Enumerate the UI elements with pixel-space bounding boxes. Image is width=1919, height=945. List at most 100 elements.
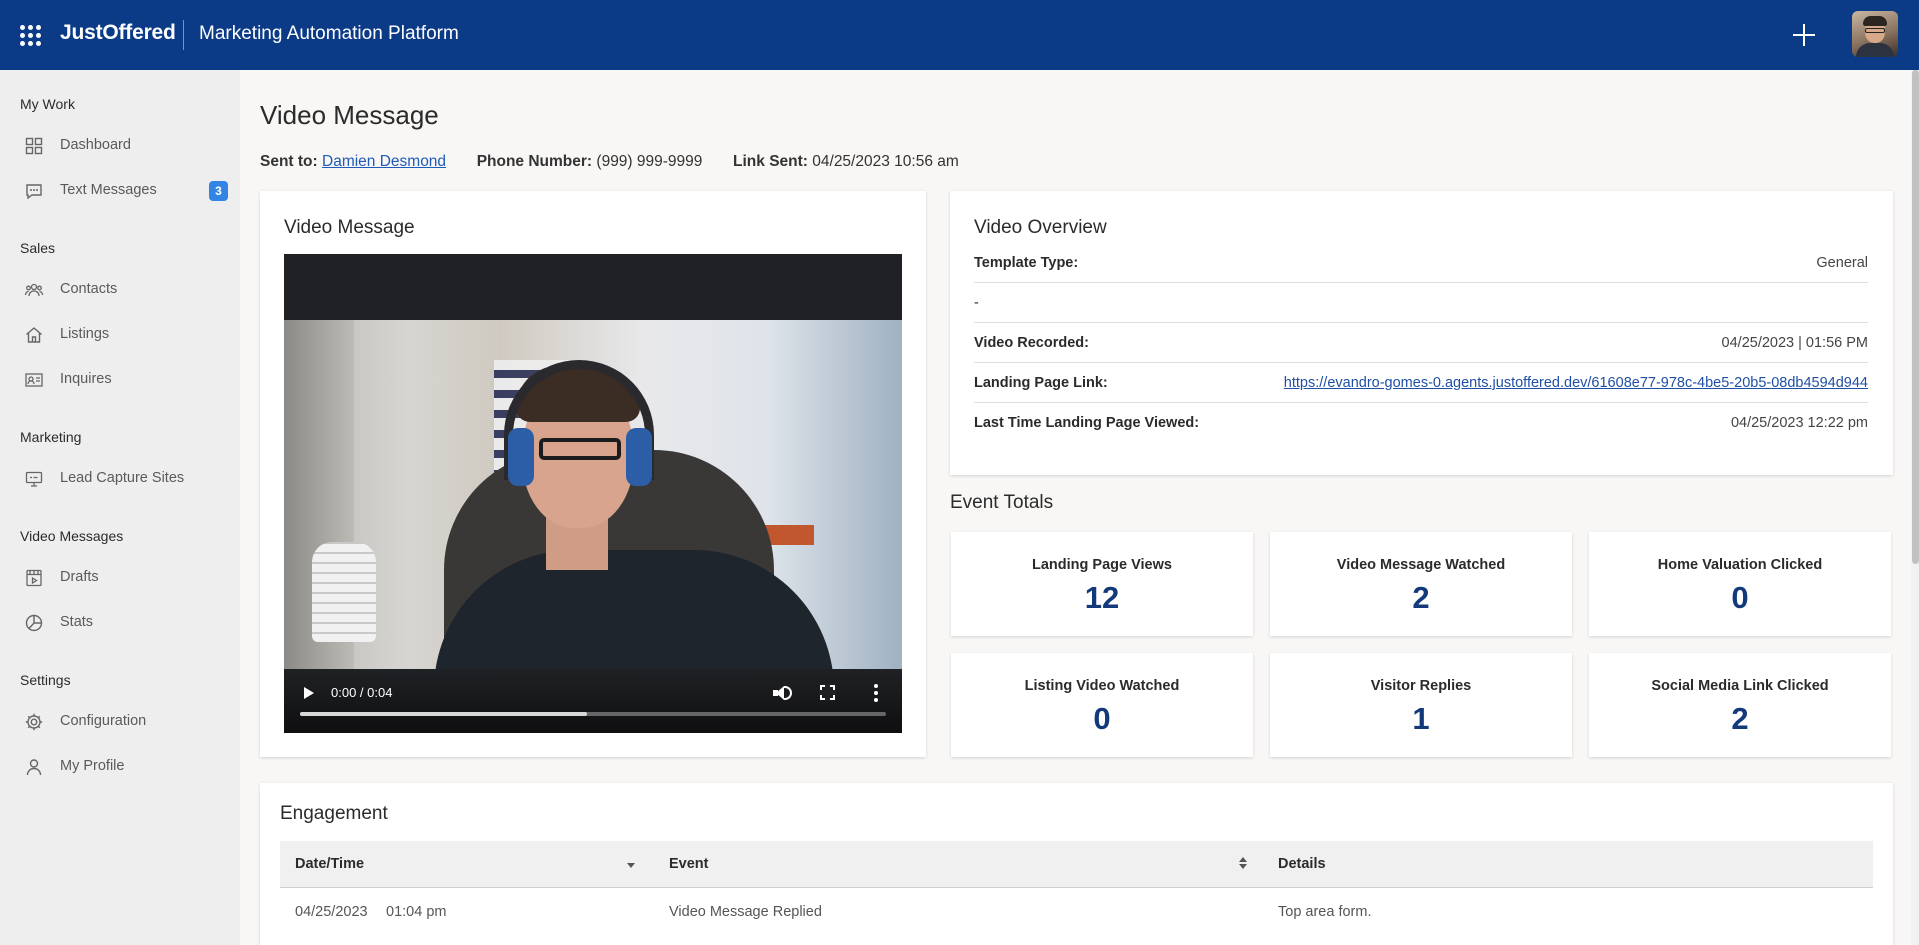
volume-wave-icon[interactable] xyxy=(784,686,792,700)
add-icon[interactable] xyxy=(1787,19,1819,51)
overview-row-last-viewed: Last Time Landing Page Viewed: 04/25/202… xyxy=(974,403,1868,443)
overview-label: Template Type: xyxy=(974,255,1079,271)
overview-row-empty: - xyxy=(974,283,1868,323)
play-icon[interactable] xyxy=(302,685,316,701)
sidebar: My Work Dashboard Text Messages 3 Sales … xyxy=(0,70,240,945)
landing-page-link[interactable]: https://evandro-gomes-0.agents.justoffer… xyxy=(1284,375,1868,391)
sidebar-section-video-messages: Video Messages xyxy=(20,528,124,544)
overview-value: General xyxy=(1816,255,1868,271)
table-row: 04/25/2023 01:04 pm Video Message Replie… xyxy=(280,888,1873,936)
stat-value: 2 xyxy=(1412,580,1430,615)
sidebar-item-label: Contacts xyxy=(60,281,118,297)
top-bar: JustOffered Marketing Automation Platfor… xyxy=(0,0,1919,70)
stat-label: Home Valuation Clicked xyxy=(1657,557,1823,573)
more-options-icon[interactable] xyxy=(874,684,878,702)
pie-chart-icon xyxy=(25,614,43,632)
stat-label: Video Message Watched xyxy=(1336,557,1506,573)
overview-label: Last Time Landing Page Viewed: xyxy=(974,415,1200,431)
sidebar-item-label: Dashboard xyxy=(60,137,131,153)
table-header: Date/Time Event Details xyxy=(280,841,1873,888)
sidebar-item-dashboard[interactable]: Dashboard xyxy=(0,127,240,163)
overview-row-landing-page-link: Landing Page Link: https://evandro-gomes… xyxy=(974,363,1868,403)
stat-home-valuation-clicked: Home Valuation Clicked 0 xyxy=(1589,532,1891,636)
sidebar-item-label: My Profile xyxy=(60,758,125,774)
dashboard-icon xyxy=(25,137,43,155)
row-details: Top area form. xyxy=(1278,904,1372,920)
chat-icon xyxy=(26,184,42,200)
stat-social-media-link-clicked: Social Media Link Clicked 2 xyxy=(1589,653,1891,757)
engagement-card: Engagement Date/Time Event Details 04/25… xyxy=(260,783,1893,945)
fullscreen-icon[interactable] xyxy=(819,684,836,701)
stat-value: 1 xyxy=(1412,701,1430,736)
sidebar-item-label: Drafts xyxy=(60,569,99,585)
stat-video-message-watched: Video Message Watched 2 xyxy=(1270,532,1572,636)
sidebar-item-lead-capture-sites[interactable]: Lead Capture Sites xyxy=(0,460,240,496)
sidebar-item-label: Inquires xyxy=(60,371,112,387)
sidebar-item-stats[interactable]: Stats xyxy=(0,604,240,640)
overview-row-video-recorded: Video Recorded: 04/25/2023 | 01:56 PM xyxy=(974,323,1868,363)
sidebar-item-label: Text Messages xyxy=(60,182,157,198)
stat-listing-video-watched: Listing Video Watched 0 xyxy=(951,653,1253,757)
sidebar-section-sales: Sales xyxy=(20,240,56,256)
sidebar-section-my-work: My Work xyxy=(20,96,75,112)
sort-desc-icon[interactable] xyxy=(627,863,635,868)
recipient-link[interactable]: Damien Desmond xyxy=(322,153,446,170)
id-card-icon xyxy=(25,373,43,387)
sidebar-item-drafts[interactable]: Drafts xyxy=(0,559,240,595)
row-date: 04/25/2023 xyxy=(295,904,368,920)
stat-value: 12 xyxy=(1084,580,1120,615)
page-scrollbar-thumb[interactable] xyxy=(1912,70,1919,564)
sidebar-item-configuration[interactable]: Configuration xyxy=(0,703,240,739)
video-progress-bar[interactable] xyxy=(300,712,886,716)
sidebar-item-label: Listings xyxy=(60,326,110,342)
stat-value: 2 xyxy=(1731,701,1749,736)
sidebar-section-marketing: Marketing xyxy=(20,429,82,445)
video-card-title: Video Message xyxy=(284,217,415,238)
video-controls: 0:00 / 0:04 xyxy=(284,669,902,733)
column-header-event[interactable]: Event xyxy=(669,856,709,872)
avatar[interactable] xyxy=(1852,11,1898,57)
phone-label: Phone Number: xyxy=(476,153,593,170)
brand-logo[interactable]: JustOffered xyxy=(60,21,176,45)
engagement-title: Engagement xyxy=(280,803,388,824)
sidebar-item-label: Lead Capture Sites xyxy=(60,470,185,486)
video-frame[interactable] xyxy=(284,320,902,669)
overview-label: Video Recorded: xyxy=(974,335,1089,351)
user-icon xyxy=(26,759,42,776)
stat-label: Listing Video Watched xyxy=(1024,678,1180,694)
video-player[interactable]: 0:00 / 0:04 xyxy=(284,254,902,733)
stat-label: Landing Page Views xyxy=(1032,557,1172,573)
home-icon xyxy=(26,327,42,343)
stat-visitor-replies: Visitor Replies 1 xyxy=(1270,653,1572,757)
apps-grid-icon[interactable] xyxy=(20,25,41,46)
page-title: Video Message xyxy=(260,100,439,130)
sent-to-label: Sent to: xyxy=(260,153,318,170)
overview-value: 04/25/2023 | 01:56 PM xyxy=(1721,335,1868,351)
row-event: Video Message Replied xyxy=(669,904,822,920)
column-header-date-time[interactable]: Date/Time xyxy=(295,856,364,872)
platform-title: Marketing Automation Platform xyxy=(199,23,459,44)
video-message-card: Video Message 0:00 / 0:04 xyxy=(260,191,926,757)
stat-label: Visitor Replies xyxy=(1370,678,1472,694)
link-sent-value: 04/25/2023 10:56 am xyxy=(812,153,959,170)
overview-row-template-type: Template Type: General xyxy=(974,243,1868,283)
sidebar-item-text-messages[interactable]: Text Messages 3 xyxy=(0,172,240,208)
overview-value: 04/25/2023 12:22 pm xyxy=(1730,415,1868,431)
overview-title: Video Overview xyxy=(974,217,1107,238)
stat-landing-page-views: Landing Page Views 12 xyxy=(951,532,1253,636)
monitor-icon xyxy=(25,471,43,487)
sidebar-item-my-profile[interactable]: My Profile xyxy=(0,748,240,784)
video-overview-card: Video Overview Template Type: General - … xyxy=(950,191,1893,475)
video-time: 0:00 / 0:04 xyxy=(331,685,393,700)
unread-count-badge: 3 xyxy=(209,181,228,201)
phone-value: (999) 999-9999 xyxy=(596,153,703,170)
sort-icon[interactable] xyxy=(1239,855,1247,871)
sidebar-item-contacts[interactable]: Contacts xyxy=(0,271,240,307)
row-time: 01:04 pm xyxy=(386,904,447,920)
sidebar-section-settings: Settings xyxy=(20,672,71,688)
overview-label: Landing Page Link: xyxy=(974,375,1108,391)
sidebar-item-label: Configuration xyxy=(60,713,147,729)
sidebar-item-listings[interactable]: Listings xyxy=(0,316,240,352)
sidebar-item-inquires[interactable]: Inquires xyxy=(0,361,240,397)
brand-divider xyxy=(183,20,184,50)
